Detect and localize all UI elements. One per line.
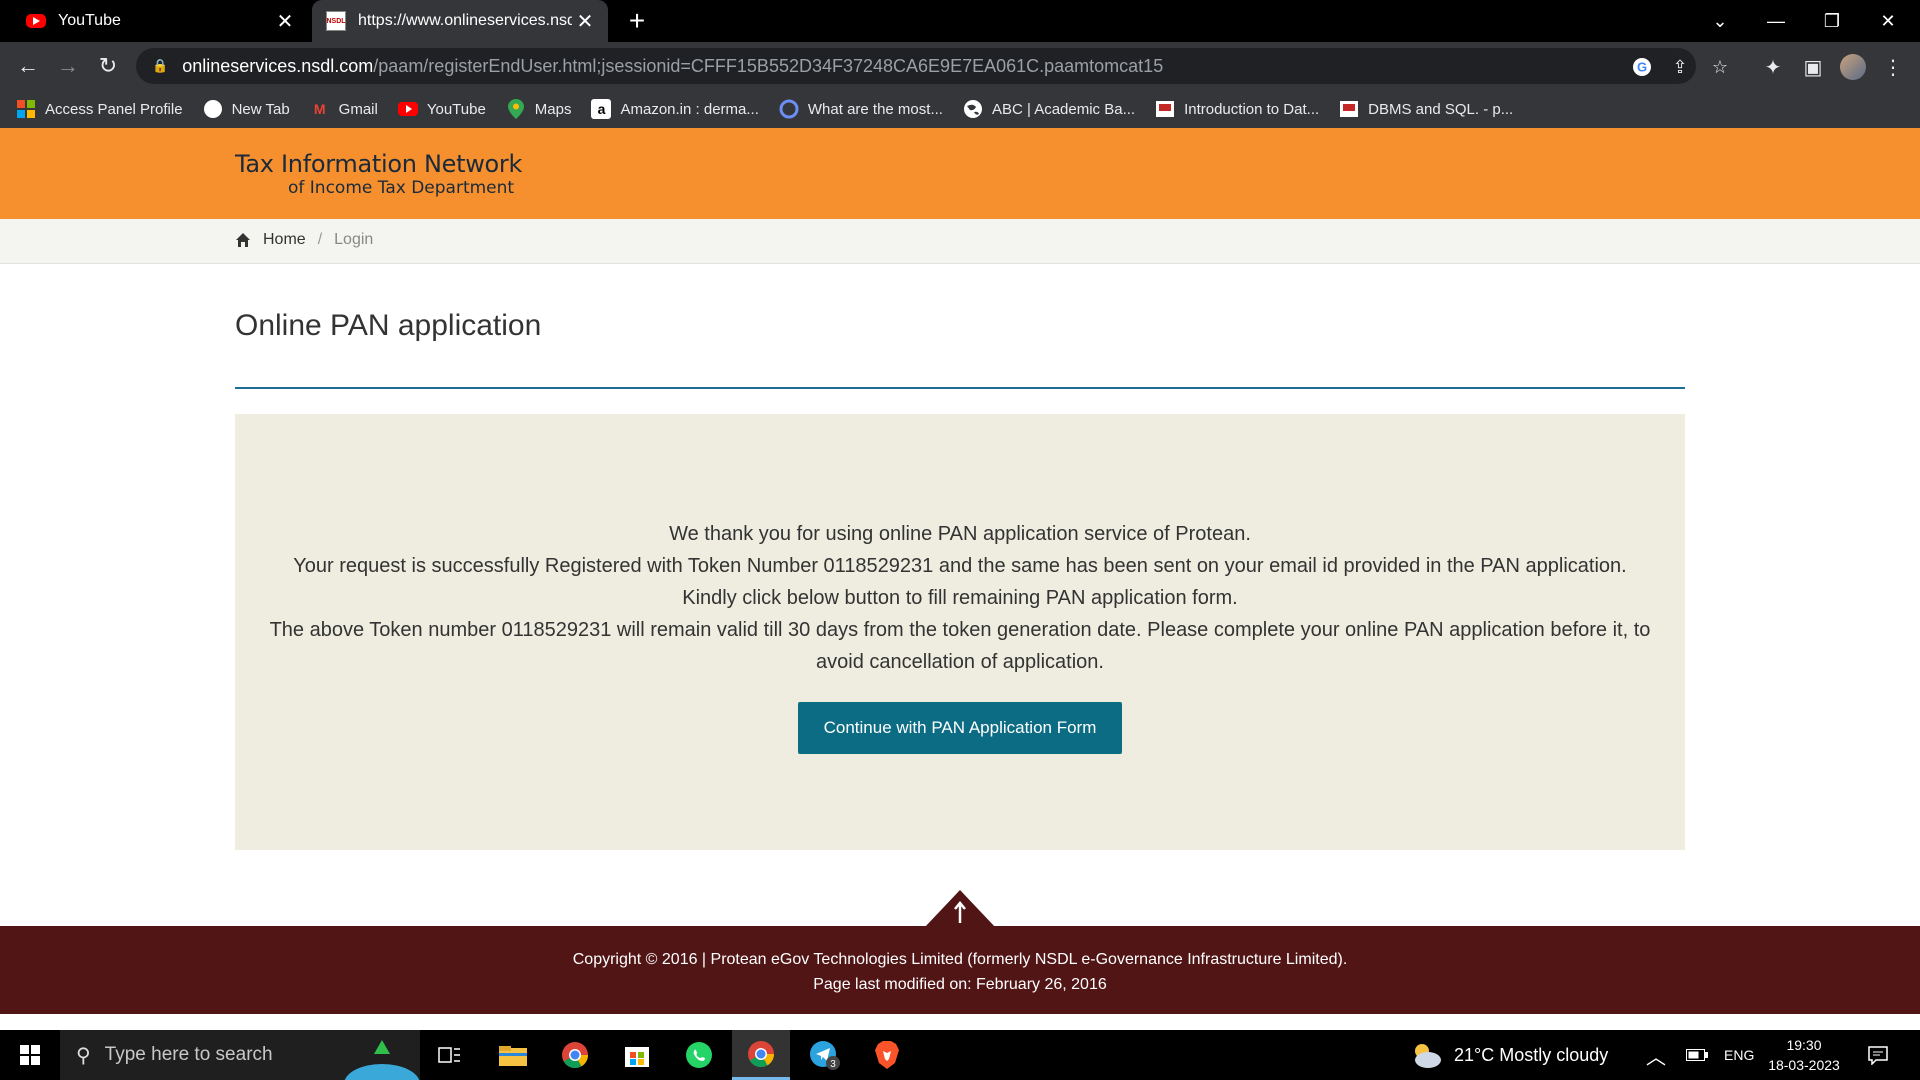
page-title: Online PAN application [235,309,542,342]
search-icon: ⚲ [76,1044,91,1067]
forward-arrow-icon[interactable]: → [52,50,84,82]
quora-icon [779,99,799,119]
message-line: Kindly click below button to fill remain… [682,587,1238,609]
search-placeholder: Type here to search [104,1044,273,1065]
language-indicator[interactable]: ENG [1724,1030,1754,1080]
footer-last-modified: Page last modified on: February 26, 2016 [813,976,1107,993]
bookmark-amazon[interactable]: a Amazon.in : derma... [591,99,759,119]
web-page: Tax Information Network of Income Tax De… [0,128,1920,1030]
reload-icon[interactable]: ↻ [92,50,124,82]
clock-date: 18-03-2023 [1768,1057,1840,1073]
recycle-globe-icon [344,1040,420,1080]
microsoft-store-icon[interactable] [608,1030,666,1080]
bookmark-star-icon[interactable]: ☆ [1708,55,1732,79]
tab-title: YouTube [58,12,121,29]
file-explorer-icon[interactable] [484,1030,542,1080]
extensions-icon[interactable]: ✦ [1760,54,1786,80]
bookmark-abc[interactable]: ABC | Academic Ba... [963,99,1135,119]
breadcrumb: Home / Login [235,231,373,249]
clock-time: 19:30 [1786,1037,1822,1053]
close-window-button[interactable]: ✕ [1860,0,1916,42]
bookmark-gmail[interactable]: M Gmail [310,99,378,119]
message-line: We thank you for using online PAN applic… [669,523,1251,545]
youtube-icon [397,99,418,119]
weather-text: 21°C Mostly cloudy [1454,1044,1609,1065]
breadcrumb-separator: / [317,231,323,248]
taskbar-search-box[interactable]: ⚲ Type here to search [60,1030,420,1080]
restore-button[interactable]: ❐ [1804,0,1860,42]
google-lens-icon[interactable]: G [1630,55,1654,79]
side-panel-icon[interactable]: ▣ [1800,54,1826,80]
task-view-icon[interactable] [420,1030,478,1080]
circle-icon [203,99,223,119]
footer-copyright: Copyright © 2016 | Protean eGov Technolo… [572,951,1348,968]
site-header: Tax Information Network of Income Tax De… [0,128,1920,219]
scroll-to-top-icon[interactable] [924,890,996,928]
bookmark-maps[interactable]: Maps [506,99,571,119]
tab-nsdl[interactable]: NSDL https://www.onlineservices.nsdl.co … [312,0,608,42]
windows-start-icon[interactable] [0,1030,60,1080]
bookmark-dbms-sql[interactable]: DBMS and SQL. - p... [1339,99,1513,119]
bookmark-new-tab[interactable]: New Tab [203,99,290,119]
tab-title: https://www.onlineservices.nsdl.co [358,12,572,29]
tab-search-icon[interactable]: ⌄ [1692,0,1748,42]
close-icon[interactable]: ✕ [572,9,598,34]
bookmark-access-panel[interactable]: Access Panel Profile [16,99,183,119]
weather-widget[interactable]: 21°C Mostly cloudy [1410,1030,1608,1080]
whatsapp-icon[interactable] [670,1030,728,1080]
amazon-icon: a [591,99,612,119]
gmail-icon: M [313,101,326,117]
profile-avatar[interactable] [1840,54,1866,80]
globe-icon [963,99,983,119]
notifications-icon[interactable] [1868,1030,1888,1080]
minimize-button[interactable]: — [1748,0,1804,42]
browser-tab-strip: YouTube ✕ NSDL https://www.onlineservice… [0,0,1920,42]
breadcrumb-current: Login [334,231,374,248]
new-tab-button[interactable]: + [620,4,654,38]
share-icon[interactable]: ⇪ [1668,55,1692,79]
lock-icon: 🔒 [152,58,169,73]
battery-icon[interactable] [1686,1030,1708,1080]
breadcrumb-home-link[interactable]: Home [263,231,306,249]
svg-text:G: G [1637,60,1647,75]
close-icon[interactable]: ✕ [272,9,298,34]
bookmark-quora[interactable]: What are the most... [779,99,943,119]
site-brand-subtitle: of Income Tax Department [288,178,515,198]
bookmark-intro-data[interactable]: Introduction to Dat... [1155,99,1319,119]
tab-youtube[interactable]: YouTube ✕ [0,0,308,42]
chevron-up-icon[interactable]: ︿ [1646,1030,1666,1080]
breadcrumb-bar: Home / Login [0,219,1920,264]
brave-icon[interactable] [858,1030,916,1080]
site-footer: Copyright © 2016 | Protean eGov Technolo… [0,926,1920,1014]
confirmation-message: We thank you for using online PAN applic… [245,518,1675,678]
nsdl-icon: NSDL [326,11,346,31]
site-brand-title[interactable]: Tax Information Network [235,150,522,178]
continue-pan-form-button[interactable]: Continue with PAN Application Form [798,702,1122,754]
address-bar[interactable]: 🔒 onlineservices.nsdl.com/paam/registerE… [136,48,1728,84]
bookmark-youtube[interactable]: YouTube [397,99,486,119]
chrome-active-icon[interactable] [732,1030,790,1080]
url-host: onlineservices.nsdl.com [182,55,374,76]
message-line: Your request is successfully Registered … [293,555,1627,577]
home-icon [236,233,250,247]
menu-kebab-icon[interactable]: ⋮ [1880,54,1906,80]
maps-icon [506,99,526,119]
youtube-icon [26,14,46,28]
chrome-icon[interactable] [546,1030,604,1080]
cloudy-weather-icon [1415,1044,1441,1068]
microsoft-icon [16,99,36,119]
back-arrow-icon[interactable]: ← [12,50,44,82]
url-path: /paam/registerEndUser.html;jsessionid=CF… [373,55,1164,76]
browser-toolbar: ← → ↻ 🔒 onlineservices.nsdl.com/paam/reg… [0,42,1920,90]
system-clock[interactable]: 19:30 18-03-2023 [1764,1035,1844,1075]
slides-icon [1339,99,1359,119]
slides-icon [1155,99,1175,119]
windows-taskbar: ⚲ Type here to search 3 21°C Mostly clou… [0,1030,1920,1080]
telegram-icon[interactable]: 3 [796,1030,854,1080]
telegram-badge: 3 [830,1059,836,1070]
title-divider [235,387,1685,389]
bookmarks-bar: Access Panel Profile New Tab M Gmail You… [0,90,1920,128]
message-line: The above Token number 0118529231 will r… [269,619,1651,673]
confirmation-panel: We thank you for using online PAN applic… [235,414,1685,850]
